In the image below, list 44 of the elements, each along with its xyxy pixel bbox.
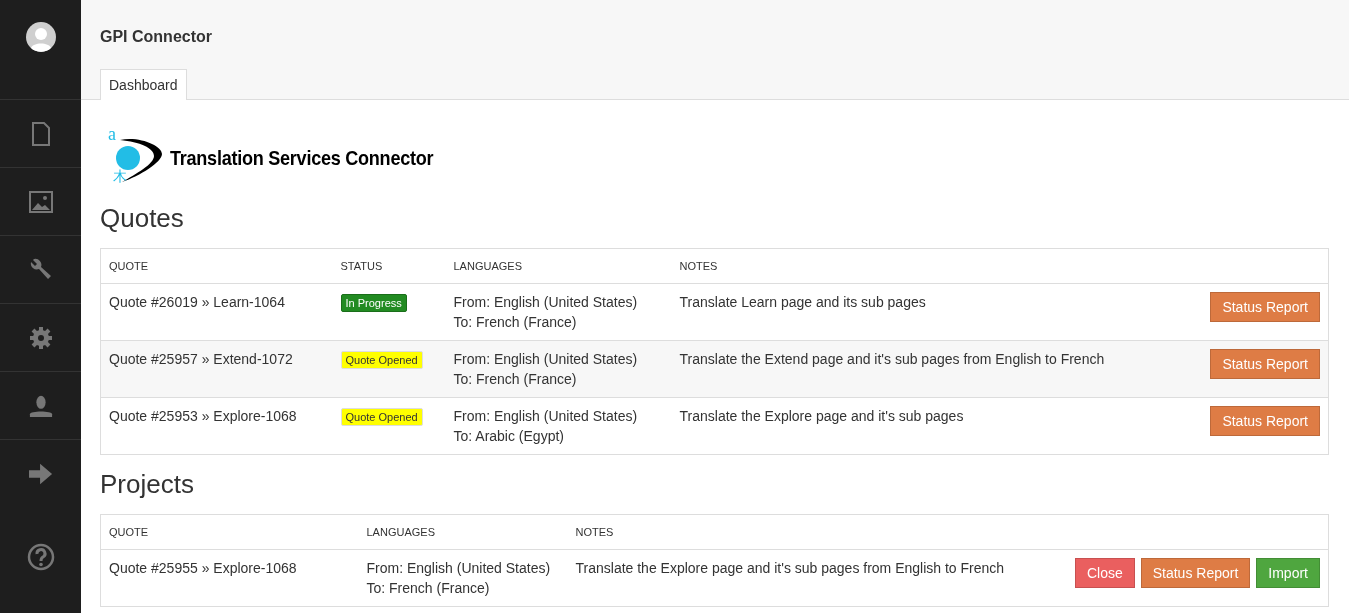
action-button[interactable]: Status Report: [1210, 406, 1320, 436]
column-header: LANGUAGES: [453, 260, 522, 272]
column-header: LANGUAGES: [366, 526, 435, 538]
action-button[interactable]: Close: [1074, 558, 1135, 588]
table-cell-text: From: English (United States): [453, 350, 639, 369]
section-heading: Quotes: [100, 202, 185, 234]
table-cell: Quote #25957 » Extend-1072: [109, 351, 293, 367]
status-badge: In Progress: [340, 294, 407, 312]
column-header: QUOTE: [109, 526, 149, 538]
table-cell-text: From: English (United States): [453, 293, 639, 312]
action-button[interactable]: Status Report: [1210, 349, 1320, 379]
status-badge: Quote Opened: [340, 408, 423, 426]
table-cell: Translate the Explore page and it's sub pages: [679, 408, 964, 424]
table-cell: Translate the Explore page and it's sub pages from English to French: [575, 560, 1005, 576]
avatar-icon[interactable]: [25, 22, 56, 52]
table-cell-text: To: French (France): [453, 313, 578, 332]
table-cell-text: From: English (United States): [366, 559, 552, 578]
column-header: STATUS: [340, 260, 383, 272]
image-icon[interactable]: [28, 189, 53, 214]
status-badge: Quote Opened: [340, 351, 423, 369]
table-cell-text: To: Arabic (Egypt): [453, 427, 565, 446]
action-button[interactable]: Status Report: [1210, 292, 1320, 322]
table-cell: Quote #25953 » Explore-1068: [109, 408, 297, 424]
table-cell: Quote #26019 » Learn-1064: [109, 294, 285, 310]
settings-icon[interactable]: [28, 325, 53, 350]
table-cell-text: From: English (United States): [453, 407, 639, 426]
action-button[interactable]: Import: [1256, 558, 1320, 588]
logo-text: Translation Services Connector: [170, 146, 434, 170]
column-header: QUOTE: [109, 260, 149, 272]
dashboard-tab[interactable]: Dashboard: [100, 69, 187, 100]
table-cell-text: To: French (France): [366, 579, 491, 598]
user-icon[interactable]: [28, 393, 53, 418]
help-icon[interactable]: [26, 543, 55, 571]
arrow-right-icon[interactable]: [28, 461, 53, 486]
table-cell: Translate the Extend page and it's sub pages from English to French: [679, 351, 1105, 367]
page-title: GPI Connector: [100, 28, 213, 47]
table-cell: Quote #25955 » Explore-1068: [109, 560, 297, 576]
wrench-icon[interactable]: [28, 257, 53, 282]
table-cell: Translate Learn page and its sub pages: [679, 294, 926, 310]
table-cell-text: To: French (France): [453, 370, 578, 389]
column-header: NOTES: [575, 526, 614, 538]
section-heading: Projects: [100, 468, 195, 500]
column-header: NOTES: [679, 260, 718, 272]
action-button[interactable]: Status Report: [1140, 558, 1251, 588]
